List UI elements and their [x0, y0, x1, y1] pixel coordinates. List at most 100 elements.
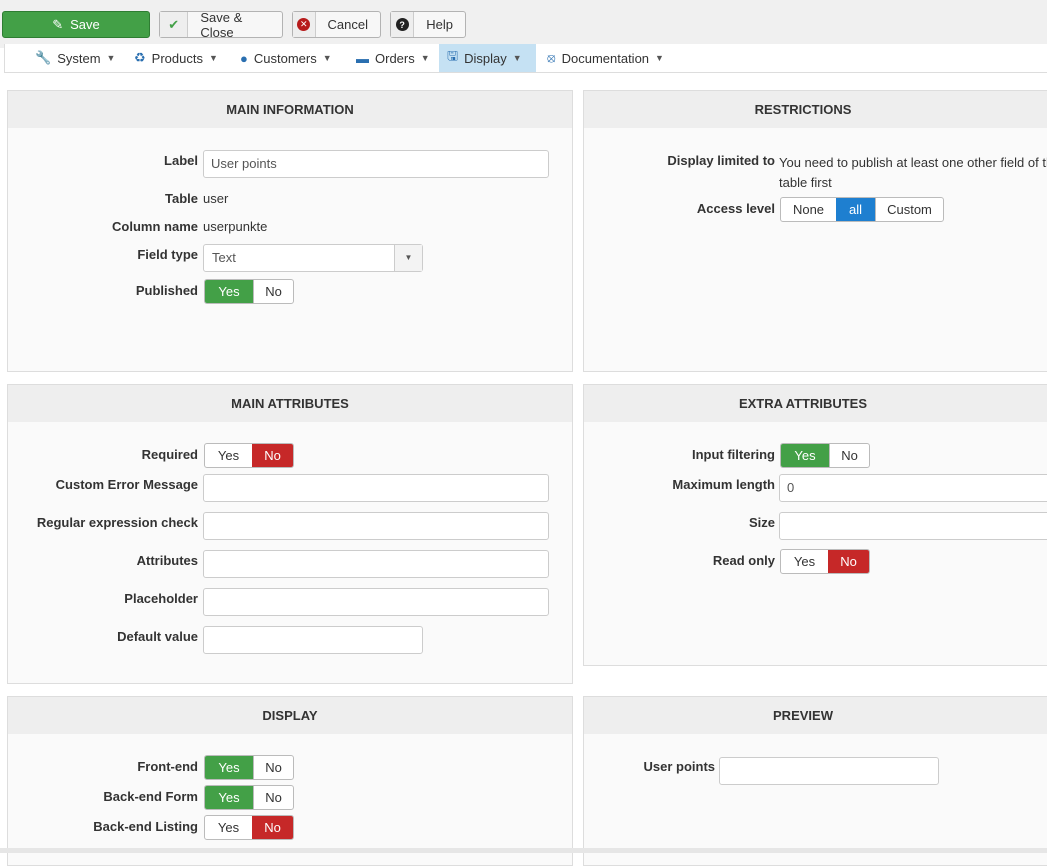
- caret-down-icon: ▼: [420, 53, 430, 63]
- lifebuoy-icon: ⦻: [547, 50, 556, 65]
- no-option[interactable]: No: [252, 444, 293, 467]
- no-option[interactable]: No: [253, 786, 293, 809]
- menu-display[interactable]: 🖫 Display ▼: [439, 44, 536, 72]
- published-toggle[interactable]: Yes No: [204, 279, 294, 304]
- field-type-select[interactable]: Text ▼: [203, 244, 423, 272]
- menu-documentation[interactable]: ⦻ Documentation ▼: [539, 44, 672, 72]
- yes-option[interactable]: Yes: [205, 444, 252, 467]
- all-option[interactable]: all: [836, 198, 875, 221]
- backend-form-label: Back-end Form: [103, 789, 198, 804]
- backend-form-toggle[interactable]: Yes No: [204, 785, 294, 810]
- placeholder-label: Placeholder: [124, 591, 198, 606]
- size-input[interactable]: [779, 512, 1047, 540]
- frontend-toggle[interactable]: Yes No: [204, 755, 294, 780]
- label-input[interactable]: User points: [203, 150, 549, 178]
- no-option[interactable]: No: [253, 280, 293, 303]
- menu-system[interactable]: 🔧 System ▼: [27, 44, 123, 72]
- read-only-label: Read only: [712, 553, 775, 568]
- main-information-panel: MAIN INFORMATION Label User points Table…: [7, 90, 573, 372]
- caret-down-icon: ▼: [655, 53, 664, 63]
- panel-title: DISPLAY: [8, 697, 572, 734]
- yes-option[interactable]: Yes: [205, 816, 252, 839]
- no-option[interactable]: No: [828, 550, 869, 573]
- menu-customers[interactable]: ● Customers ▼: [232, 44, 340, 72]
- backend-listing-toggle[interactable]: Yes No: [204, 815, 294, 840]
- read-only-toggle[interactable]: Yes No: [780, 549, 870, 574]
- menu-orders[interactable]: ▬ Orders ▼: [348, 44, 438, 72]
- menu-products[interactable]: ♻ Products ▼: [126, 44, 226, 72]
- attributes-label: Attributes: [136, 553, 198, 568]
- table-value: user: [203, 191, 229, 206]
- yes-option[interactable]: Yes: [205, 786, 253, 809]
- help-button[interactable]: ? Help: [390, 11, 466, 38]
- display-panel: DISPLAY Front-end Yes No Back-end Form Ye…: [7, 696, 573, 866]
- column-name-label: Column name: [112, 219, 198, 234]
- extra-attributes-panel: EXTRA ATTRIBUTES Input filtering Yes No M…: [583, 384, 1047, 666]
- display-limited-text: You need to publish at least one other f…: [779, 155, 1047, 190]
- display-limited-label: Display limited to: [667, 153, 775, 168]
- input-filtering-toggle[interactable]: Yes No: [780, 443, 870, 468]
- toolbar: ✎ Save ✔ Save & Close ✕ Cancel ? Help: [0, 0, 1047, 48]
- input-filtering-label: Input filtering: [691, 447, 775, 462]
- yes-option[interactable]: Yes: [205, 280, 253, 303]
- frontend-label: Front-end: [137, 759, 198, 774]
- preview-panel: PREVIEW User points: [583, 696, 1047, 866]
- max-length-label: Maximum length: [672, 477, 775, 492]
- custom-option[interactable]: Custom: [875, 198, 943, 221]
- no-option[interactable]: No: [829, 444, 869, 467]
- field-type-label: Field type: [137, 247, 198, 262]
- placeholder-input[interactable]: [203, 588, 549, 616]
- yes-option[interactable]: Yes: [205, 756, 253, 779]
- size-label: Size: [748, 515, 775, 530]
- table-label: Table: [165, 191, 198, 206]
- credit-card-icon: ▬: [356, 50, 369, 66]
- max-length-input[interactable]: 0: [779, 474, 1047, 502]
- cubes-icon: ♻: [134, 50, 146, 65]
- panel-title: PREVIEW: [773, 708, 833, 723]
- main-attributes-panel: MAIN ATTRIBUTES Required Yes No Custom Er…: [7, 384, 573, 684]
- main-menu: 🔧 System ▼ ♻ Products ▼ ● Customers ▼ ▬ Orders ▼…: [4, 44, 1047, 73]
- caret-down-icon: ▼: [512, 53, 522, 63]
- regex-label: Regular expression check: [36, 515, 198, 530]
- panel-title: MAIN ATTRIBUTES: [8, 385, 572, 422]
- published-label: Published: [135, 283, 198, 298]
- custom-error-label: Custom Error Message: [55, 477, 198, 492]
- backend-listing-label: Back-end Listing: [93, 819, 198, 834]
- user-points-input[interactable]: [719, 757, 939, 785]
- custom-error-input[interactable]: [203, 474, 549, 502]
- monitor-icon: 🖫: [447, 48, 459, 63]
- required-label: Required: [141, 447, 198, 462]
- access-level-label: Access level: [696, 201, 775, 216]
- caret-down-icon: ▼: [394, 245, 422, 271]
- save-close-button[interactable]: ✔ Save & Close: [159, 10, 283, 40]
- check-icon: ✔: [160, 12, 189, 37]
- panel-title: MAIN INFORMATION: [8, 91, 572, 128]
- no-option[interactable]: No: [253, 756, 293, 779]
- none-option[interactable]: None: [781, 198, 836, 221]
- caret-down-icon: ▼: [322, 53, 332, 63]
- wrench-icon: 🔧: [35, 50, 52, 65]
- edit-icon: ✎: [52, 16, 64, 32]
- cancel-icon: ✕: [293, 12, 316, 37]
- default-value-label: Default value: [117, 629, 198, 644]
- caret-down-icon: ▼: [106, 53, 116, 63]
- no-option[interactable]: No: [252, 816, 293, 839]
- panel-title: RESTRICTIONS: [754, 102, 852, 117]
- yes-option[interactable]: Yes: [781, 444, 829, 467]
- required-toggle[interactable]: Yes No: [204, 443, 294, 468]
- question-icon: ?: [391, 12, 415, 37]
- save-button[interactable]: ✎ Save: [2, 11, 150, 38]
- attributes-input[interactable]: [203, 550, 549, 578]
- yes-option[interactable]: Yes: [781, 550, 828, 573]
- panel-title: EXTRA ATTRIBUTES: [738, 396, 868, 411]
- column-name-value: userpunkte: [203, 219, 268, 234]
- restrictions-panel: RESTRICTIONS Display limited to You need…: [583, 90, 1047, 372]
- user-icon: ●: [240, 50, 248, 66]
- default-value-input[interactable]: [203, 626, 423, 654]
- user-points-label: User points: [643, 759, 715, 774]
- regex-input[interactable]: [203, 512, 549, 540]
- access-level-toggle[interactable]: None all Custom: [780, 197, 944, 222]
- horizontal-scrollbar[interactable]: [0, 848, 1047, 853]
- label-label: Label: [164, 153, 198, 168]
- cancel-button[interactable]: ✕ Cancel: [292, 11, 381, 38]
